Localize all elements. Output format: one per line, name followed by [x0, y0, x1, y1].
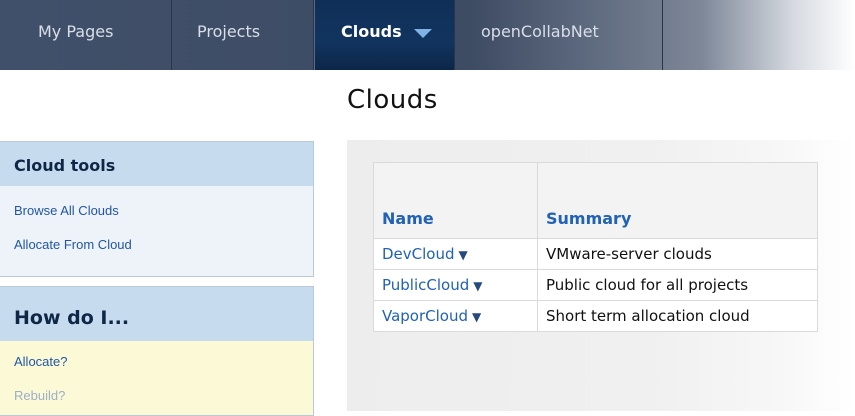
cloud-name-link[interactable]: DevCloud — [382, 245, 455, 263]
rebuild-help-link[interactable]: Rebuild? — [14, 387, 313, 405]
tab-my-pages-label: My Pages — [38, 22, 114, 41]
table-row: DevCloud ▼ VMware-server clouds — [373, 238, 818, 270]
dropdown-arrow-icon[interactable] — [413, 29, 432, 38]
summary-column-header[interactable]: Summary — [537, 162, 818, 239]
cloud-name-link[interactable]: VaporCloud — [382, 307, 468, 325]
tab-opencollabnet-label: openCollabNet — [481, 22, 599, 41]
cloud-summary-cell: VMware-server clouds — [537, 238, 818, 270]
cloud-summary-cell: Short term allocation cloud — [537, 300, 818, 332]
tab-projects[interactable]: Projects — [172, 0, 314, 70]
tab-clouds[interactable]: Clouds — [314, 0, 455, 70]
clouds-table: Name Summary DevCloud ▼ VMware-server clo… — [373, 162, 818, 332]
how-do-i-box: How do I... Allocate? Rebuild? — [0, 286, 314, 416]
cloud-tools-box: Cloud tools Browse All Clouds Allocate F… — [0, 141, 314, 277]
allocate-from-cloud-link[interactable]: Allocate From Cloud — [14, 236, 313, 254]
tab-clouds-label: Clouds — [341, 22, 402, 41]
top-navigation: My Pages Projects Clouds openCollabNet — [0, 0, 855, 70]
page-title: Clouds — [347, 85, 438, 115]
name-column-header[interactable]: Name — [373, 162, 538, 239]
allocate-help-link[interactable]: Allocate? — [14, 353, 313, 371]
cloud-name-cell[interactable]: DevCloud ▼ — [373, 238, 538, 270]
row-menu-caret-icon[interactable]: ▼ — [473, 279, 482, 293]
browse-all-clouds-link[interactable]: Browse All Clouds — [14, 202, 313, 220]
table-header-row: Name Summary — [373, 162, 818, 239]
cloud-summary-cell: Public cloud for all projects — [537, 269, 818, 301]
row-menu-caret-icon[interactable]: ▼ — [459, 248, 468, 262]
cloud-tools-title: Cloud tools — [0, 142, 313, 186]
cloud-name-cell[interactable]: VaporCloud ▼ — [373, 300, 538, 332]
table-row: PublicCloud ▼ Public cloud for all projec… — [373, 269, 818, 301]
tab-opencollabnet[interactable]: openCollabNet — [455, 0, 663, 70]
how-do-i-title: How do I... — [0, 287, 313, 341]
cloud-name-link[interactable]: PublicCloud — [382, 276, 469, 294]
tab-projects-label: Projects — [197, 22, 261, 41]
tab-my-pages[interactable]: My Pages — [0, 0, 172, 70]
table-row: VaporCloud ▼ Short term allocation cloud — [373, 300, 818, 332]
cloud-name-cell[interactable]: PublicCloud ▼ — [373, 269, 538, 301]
row-menu-caret-icon[interactable]: ▼ — [472, 310, 481, 324]
